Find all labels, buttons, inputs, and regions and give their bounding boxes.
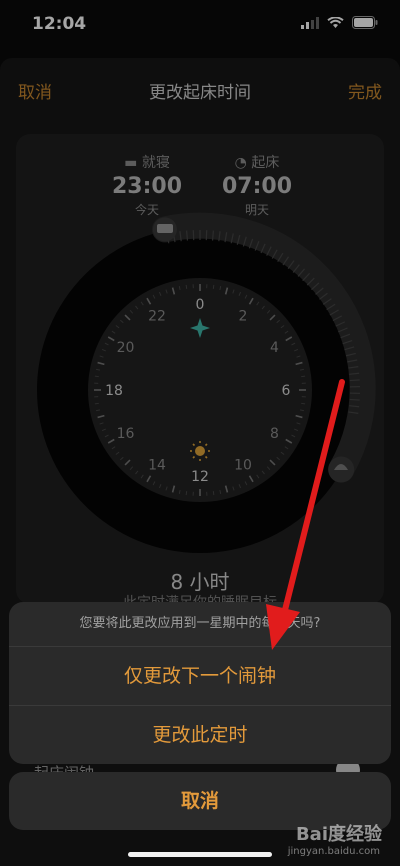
home-indicator[interactable]: [128, 852, 272, 857]
watermark-brand: Bai度经验: [295, 824, 382, 845]
arrow-head-icon: [266, 604, 300, 650]
watermark-url: jingyan.baidu.com: [287, 846, 380, 857]
red-arrow-annotation: [266, 379, 345, 650]
